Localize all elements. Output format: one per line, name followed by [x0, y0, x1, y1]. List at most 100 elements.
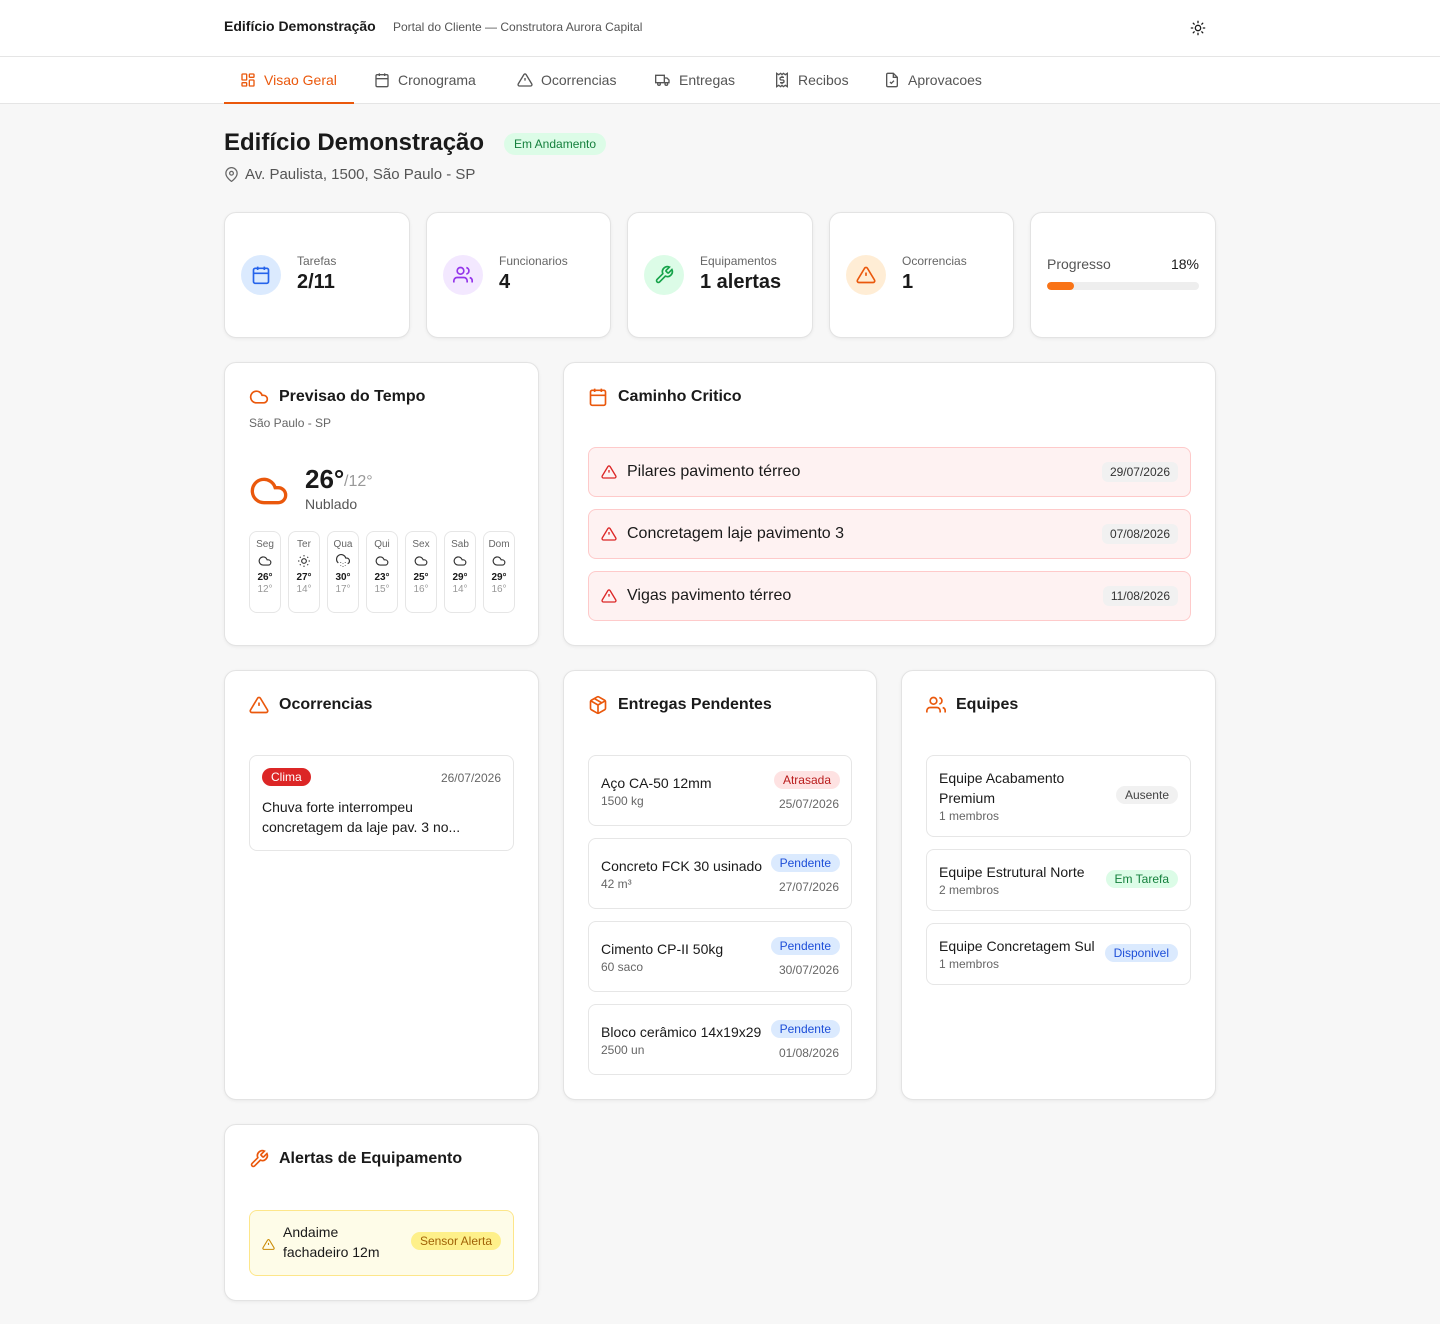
stat-card-progresso: Progresso 18%	[1030, 212, 1216, 338]
equipment-name: Andaime	[283, 1224, 339, 1240]
critical-item[interactable]: Concretagem laje pavimento 3 07/08/2026	[588, 509, 1191, 559]
occurrence-text: Chuva forte interrompeu	[262, 799, 413, 815]
grid-icon	[241, 72, 255, 87]
wrench-icon	[250, 1149, 269, 1168]
tab-cronograma[interactable]: Cronograma	[358, 57, 492, 103]
stat-card-ocorrencias: Ocorrencias 1	[829, 212, 1014, 338]
team-item[interactable]: Equipe Acabamento Premium 1 membros Ause…	[926, 755, 1191, 837]
sun-icon	[1190, 20, 1206, 36]
delivery-item[interactable]: Concreto FCK 30 usinado 42 m³ Pendente 2…	[588, 838, 852, 909]
delivery-name: Bloco cerâmico 14x19x29	[601, 1024, 762, 1040]
critical-item-date: 11/08/2026	[1102, 586, 1178, 606]
critical-item-date: 07/08/2026	[1101, 524, 1178, 544]
stat-label: Funcionarios	[499, 254, 568, 268]
team-members: 2 membros	[939, 883, 1000, 897]
warning-icon	[517, 73, 533, 87]
truck-icon	[655, 74, 670, 86]
file-check-icon	[886, 72, 898, 88]
tab-visao-geral[interactable]: Visao Geral	[224, 57, 354, 104]
equipment-alerts-title: Alertas de Equipamento	[249, 1149, 462, 1169]
stat-label: Ocorrencias	[902, 254, 967, 268]
warning-icon	[601, 465, 617, 479]
equipment-alert-item[interactable]: Andaime fachadeiro 12m Sensor Alerta	[249, 1210, 514, 1276]
page-title: Edifício Demonstração	[224, 129, 485, 156]
tab-bar: Visao Geral Cronograma Ocorrencias Entre…	[0, 57, 1440, 104]
critical-path-card: Caminho Critico Pilares pavimento térreo…	[563, 362, 1216, 646]
team-status-badge: Ausente	[1115, 786, 1178, 804]
stat-card-equipamentos: Equipamentos 1 alertas	[627, 212, 813, 338]
critical-item-name: Vigas pavimento térreo	[627, 587, 792, 604]
team-status-badge: Disponivel	[1104, 944, 1178, 962]
progress-label: Progresso	[1047, 256, 1111, 272]
warning-icon	[262, 1239, 275, 1250]
forecast-day: Ter 27° 14°	[288, 531, 320, 613]
critical-item[interactable]: Vigas pavimento térreo 11/08/2026	[588, 571, 1191, 621]
delivery-name: Concreto FCK 30 usinado	[601, 858, 763, 874]
address-text: Av. Paulista, 1500, São Paulo - SP	[245, 166, 476, 183]
cloud-icon	[249, 390, 269, 404]
team-item[interactable]: Equipe Concretagem Sul 1 membros Disponi…	[926, 923, 1191, 985]
stat-value: 1	[902, 271, 914, 293]
tab-ocorrencias[interactable]: Ocorrencias	[501, 57, 632, 103]
delivery-qty: 60 saco	[601, 960, 644, 974]
package-icon	[589, 695, 607, 715]
weather-title: Previsao do Tempo	[249, 387, 425, 407]
occurrence-date: 26/07/2026	[440, 771, 501, 785]
cloud-icon	[406, 551, 436, 571]
occurrence-item[interactable]: Clima 26/07/2026 Chuva forte interrompeu…	[249, 755, 514, 851]
cloud-icon	[484, 551, 514, 571]
team-status-badge: Em Tarefa	[1105, 870, 1178, 888]
team-members: 1 membros	[939, 809, 1000, 823]
cloud-icon	[250, 551, 280, 571]
equipment-name: fachadeiro 12m	[283, 1244, 380, 1260]
delivery-qty: 2500 un	[601, 1043, 645, 1057]
calendar-icon	[589, 388, 607, 407]
critical-item-name: Concretagem laje pavimento 3	[627, 525, 845, 542]
tab-recibos[interactable]: Recibos	[758, 57, 865, 103]
delivery-item[interactable]: Cimento CP-II 50kg 60 saco Pendente 30/0…	[588, 921, 852, 992]
tab-label: Cronograma	[398, 72, 476, 88]
stat-label: Equipamentos	[700, 254, 777, 268]
tab-aprovacoes[interactable]: Aprovacoes	[868, 57, 998, 103]
stat-card-funcionarios: Funcionarios 4	[426, 212, 611, 338]
occurrence-tag: Clima	[262, 768, 311, 786]
critical-item[interactable]: Pilares pavimento térreo 29/07/2026	[588, 447, 1191, 497]
delivery-date: 27/07/2026	[778, 880, 839, 894]
cloud-icon	[367, 551, 397, 571]
delivery-date: 30/07/2026	[778, 963, 839, 977]
warning-icon	[601, 527, 617, 541]
tab-label: Recibos	[798, 72, 849, 88]
stat-value: 1 alertas	[700, 271, 782, 293]
teams-card: Equipes Equipe Acabamento Premium 1 memb…	[901, 670, 1216, 1100]
tab-label: Ocorrencias	[541, 72, 617, 88]
receipt-icon	[776, 72, 788, 88]
team-name: Equipe Estrutural Norte	[939, 864, 1085, 880]
delivery-item[interactable]: Bloco cerâmico 14x19x29 2500 un Pendente…	[588, 1004, 852, 1075]
tab-label: Entregas	[679, 72, 736, 88]
team-name: Equipe Concretagem Sul	[939, 938, 1095, 954]
team-item[interactable]: Equipe Estrutural Norte 2 membros Em Tar…	[926, 849, 1191, 911]
stat-label: Tarefas	[297, 254, 337, 268]
team-name: Equipe Acabamento	[939, 770, 1065, 786]
forecast-day: Qua 30° 17°	[327, 531, 359, 613]
deliveries-card: Entregas Pendentes Aço CA-50 12mm 1500 k…	[563, 670, 877, 1100]
users-icon	[443, 255, 483, 295]
delivery-date: 25/07/2026	[778, 797, 839, 811]
weather-card: Previsao do Tempo São Paulo - SP 26° /12…	[224, 362, 539, 646]
stat-value: 2/11	[297, 271, 335, 293]
team-name: Premium	[939, 790, 996, 806]
theme-toggle-button[interactable]	[1186, 16, 1210, 40]
tab-entregas[interactable]: Entregas	[639, 57, 751, 103]
cloud-drizzle-icon	[328, 551, 358, 571]
tab-label: Aprovacoes	[908, 72, 982, 88]
delivery-status-badge: Pendente	[770, 937, 840, 955]
delivery-item[interactable]: Aço CA-50 12mm 1500 kg Atrasada 25/07/20…	[588, 755, 852, 826]
calendar-icon	[375, 73, 389, 88]
delivery-status-badge: Atrasada	[773, 771, 840, 789]
delivery-qty: 42 m³	[601, 877, 632, 891]
cloud-icon	[250, 477, 288, 505]
top-bar: Edifício Demonstração Portal do Cliente …	[0, 0, 1440, 57]
delivery-name: Aço CA-50 12mm	[601, 775, 712, 791]
delivery-qty: 1500 kg	[601, 794, 644, 808]
stat-value: 4	[499, 271, 511, 293]
